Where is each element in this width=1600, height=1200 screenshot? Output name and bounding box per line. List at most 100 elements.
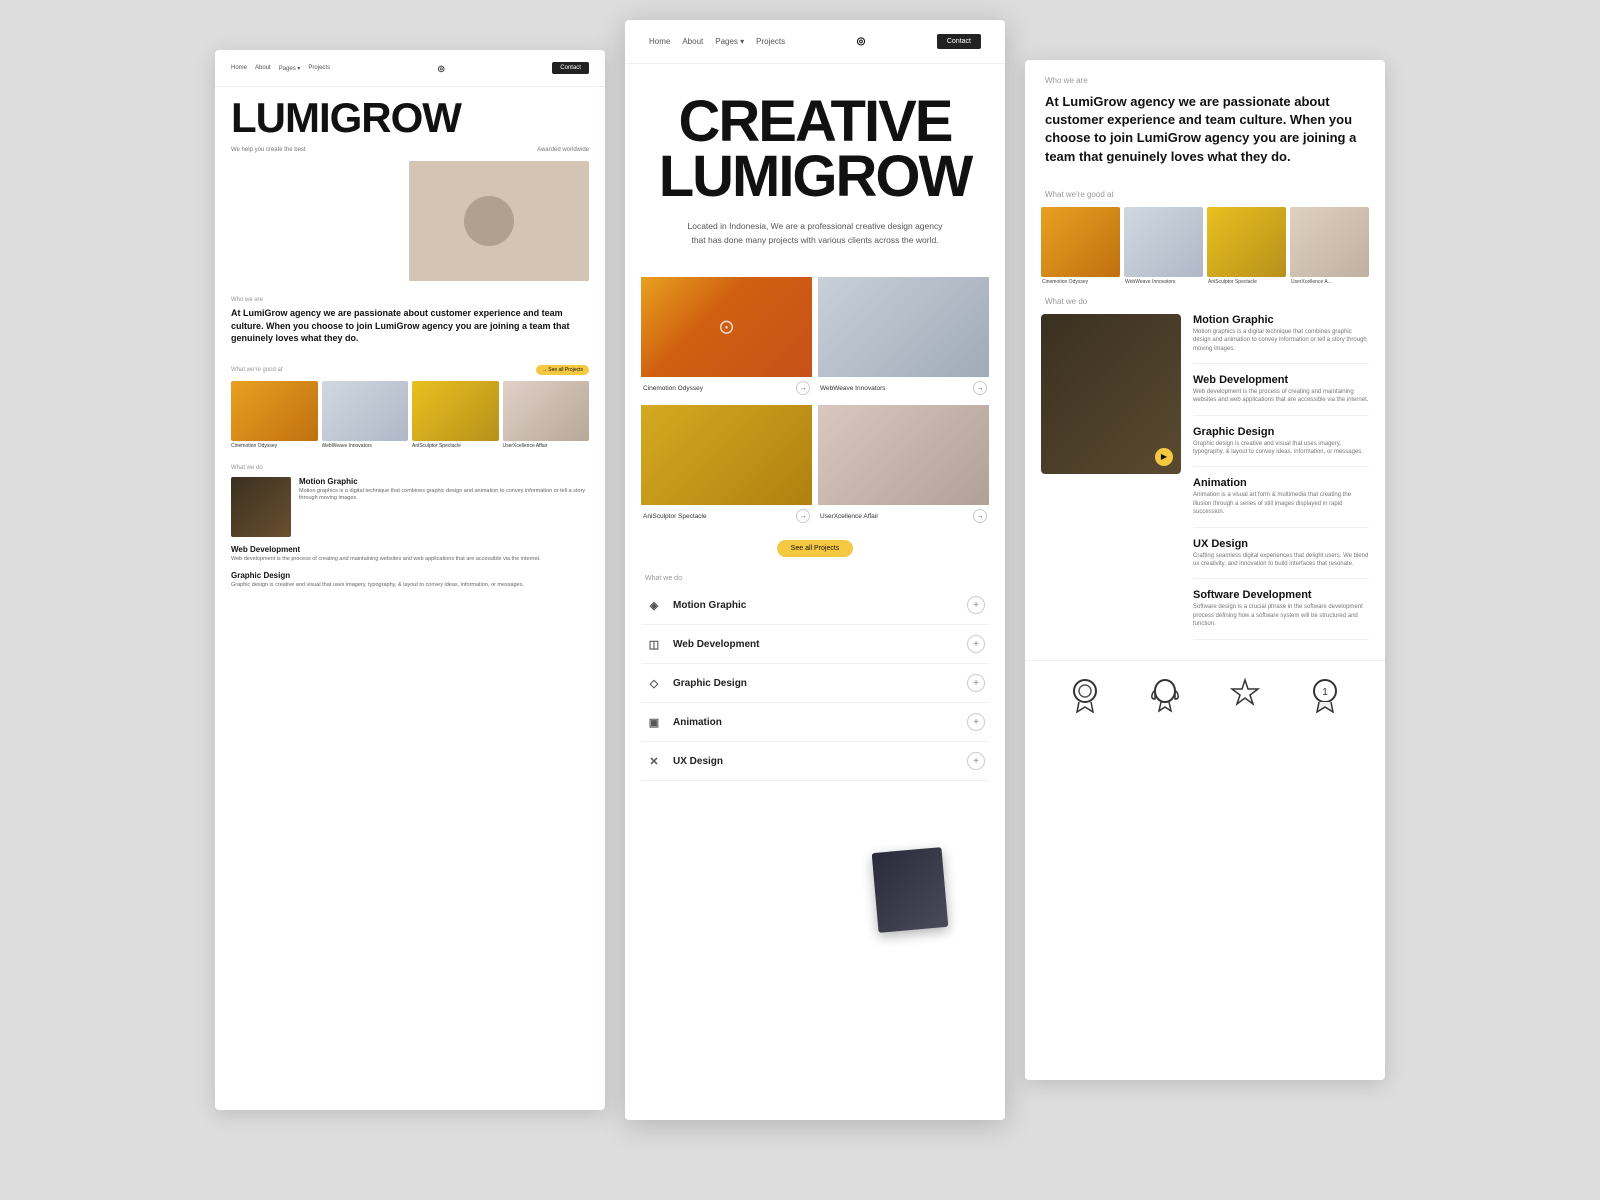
center-project-arrow-2[interactable]: → (973, 381, 987, 395)
center-project-arrow-1[interactable]: → (796, 381, 810, 395)
project-thumb-2 (322, 381, 409, 441)
center-service-left-2: ◫ Web Development (645, 635, 760, 653)
center-project-3[interactable]: AniSculptor Spectacle → (641, 405, 812, 527)
service-expand-2[interactable]: + (967, 635, 985, 653)
service-expand-4[interactable]: + (967, 713, 985, 731)
right-service-desc-1: Motion graphics is a digital technique t… (1193, 328, 1369, 353)
right-service-item-1: Motion Graphic Motion graphics is a digi… (1193, 314, 1369, 364)
center-project-1[interactable]: Cinemotion Odyssey → (641, 277, 812, 399)
award-icon-4: 1 (1309, 677, 1341, 720)
right-service-title-5: UX Design (1193, 538, 1369, 550)
right-service-desc-2: Web development is the process of creati… (1193, 388, 1369, 405)
left-projects-grid: Cinemotion Odyssey WebWeave Innovators A… (231, 381, 589, 449)
nav-about[interactable]: About (255, 65, 271, 72)
service-expand-3[interactable]: + (967, 674, 985, 692)
center-nav: Home About Pages ▾ Projects ◎ Contact (625, 20, 1005, 64)
center-nav-pages[interactable]: Pages ▾ (715, 37, 744, 46)
left-project-1[interactable]: Cinemotion Odyssey (231, 381, 318, 449)
service-expand-1[interactable]: + (967, 596, 985, 614)
center-service-row-1[interactable]: ◈ Motion Graphic + (641, 586, 989, 625)
center-project-img-4 (818, 405, 989, 505)
nav-home[interactable]: Home (231, 65, 247, 72)
center-project-img-3 (641, 405, 812, 505)
center-contact-button[interactable]: Contact (937, 34, 981, 49)
center-project-footer-1: Cinemotion Odyssey → (641, 377, 812, 399)
project-name-4: UserXcellence Affair (503, 443, 590, 449)
right-thumb-3 (1207, 207, 1286, 277)
left-who-label: Who we are (231, 297, 589, 303)
left-service-content-2: Web Development Web development is the p… (231, 545, 541, 564)
right-service-desc-5: Crafting seamless digital experiences th… (1193, 552, 1369, 569)
left-hero-image (409, 161, 589, 281)
left-project-2[interactable]: WebWeave Innovators (322, 381, 409, 449)
right-thumb-1 (1041, 207, 1120, 277)
center-nav-about[interactable]: About (682, 37, 703, 46)
right-thumb-name-2: WebWeave Innovators (1124, 279, 1203, 285)
right-service-image (1041, 314, 1181, 474)
left-projects-section: What we're good at → See all Projects Ci… (215, 357, 605, 457)
nav-pages[interactable]: Pages ▾ (279, 65, 301, 72)
panel-left: Home About Pages ▾ Projects ◎ Contact LU… (215, 50, 605, 1110)
left-project-3[interactable]: AniSculptor Spectacle (412, 381, 499, 449)
center-project-footer-3: AniSculptor Spectacle → (641, 505, 812, 527)
right-services-list: Motion Graphic Motion graphics is a digi… (1193, 314, 1369, 650)
center-what-label: What we do (625, 567, 1005, 586)
right-who-label: Who we are (1025, 60, 1385, 93)
center-project-4[interactable]: UserXcellence Affair → (818, 405, 989, 527)
center-project-arrow-4[interactable]: → (973, 509, 987, 523)
right-service-item-3: Graphic Design Graphic design is creativ… (1193, 426, 1369, 468)
left-service-3: Graphic Design Graphic design is creativ… (231, 571, 589, 590)
center-service-left-3: ◇ Graphic Design (645, 674, 747, 692)
center-hero-desc: Located in Indonesia, We are a professio… (685, 220, 945, 247)
right-project-4[interactable]: UserXcellence A... (1290, 207, 1369, 285)
award-icon-1 (1069, 677, 1101, 720)
contact-button[interactable]: Contact (552, 62, 589, 74)
see-all-button[interactable]: See all Projects (777, 540, 854, 557)
right-project-2[interactable]: WebWeave Innovators (1124, 207, 1203, 285)
right-project-3[interactable]: AniSculptor Spectacle (1207, 207, 1286, 285)
left-nav-links: Home About Pages ▾ Projects (231, 65, 330, 72)
left-who-text: At LumiGrow agency we are passionate abo… (231, 307, 589, 345)
center-project-arrow-3[interactable]: → (796, 509, 810, 523)
right-what-label: What we do (1025, 285, 1385, 314)
right-service-item-2: Web Development Web development is the p… (1193, 374, 1369, 416)
center-nav-home[interactable]: Home (649, 37, 670, 46)
right-thumb-name-4: UserXcellence A... (1290, 279, 1369, 285)
right-thumb-4 (1290, 207, 1369, 277)
nav-projects[interactable]: Projects (308, 65, 330, 72)
center-nav-logo: ◎ (857, 36, 866, 47)
center-service-row-4[interactable]: ▣ Animation + (641, 703, 989, 742)
left-who-section: Who we are At LumiGrow agency we are pas… (215, 285, 605, 357)
left-service-2: Web Development Web development is the p… (231, 545, 589, 564)
center-project-2[interactable]: WebWeave Innovators → (818, 277, 989, 399)
right-thumb-2 (1124, 207, 1203, 277)
see-all-badge[interactable]: → See all Projects (536, 365, 589, 375)
right-project-1[interactable]: Cinemotion Odyssey (1041, 207, 1120, 285)
right-service-title-3: Graphic Design (1193, 426, 1369, 438)
left-nav: Home About Pages ▾ Projects ◎ Contact (215, 50, 605, 87)
right-thumb-name-3: AniSculptor Spectacle (1207, 279, 1286, 285)
center-nav-links: Home About Pages ▾ Projects (649, 37, 785, 46)
service-title-1: Motion Graphic (299, 477, 589, 486)
left-what-label: What we do (231, 465, 589, 471)
center-service-row-2[interactable]: ◫ Web Development + (641, 625, 989, 664)
ux-design-icon: ✕ (645, 752, 663, 770)
web-dev-icon: ◫ (645, 635, 663, 653)
right-service-item-4: Animation Animation is a visual art form… (1193, 477, 1369, 527)
center-project-footer-4: UserXcellence Affair → (818, 505, 989, 527)
left-project-4[interactable]: UserXcellence Affair (503, 381, 590, 449)
center-service-row-5[interactable]: ✕ UX Design + (641, 742, 989, 781)
right-thumb-name-1: Cinemotion Odyssey (1041, 279, 1120, 285)
right-service-desc-4: Animation is a visual art form & multime… (1193, 491, 1369, 516)
service-desc-1: Motion graphics is a digital technique t… (299, 488, 589, 503)
right-service-desc-6: Software design is a crucial phrase in t… (1193, 603, 1369, 628)
center-see-all: See all Projects (625, 537, 1005, 557)
animation-icon: ▣ (645, 713, 663, 731)
center-service-row-3[interactable]: ◇ Graphic Design + (641, 664, 989, 703)
center-project-img-2 (818, 277, 989, 377)
center-projects-grid: Cinemotion Odyssey → WebWeave Innovators… (625, 277, 1005, 527)
left-service-1: Motion Graphic Motion graphics is a digi… (231, 477, 589, 537)
project-name-3: AniSculptor Spectacle (412, 443, 499, 449)
center-nav-projects[interactable]: Projects (756, 37, 785, 46)
service-expand-5[interactable]: + (967, 752, 985, 770)
